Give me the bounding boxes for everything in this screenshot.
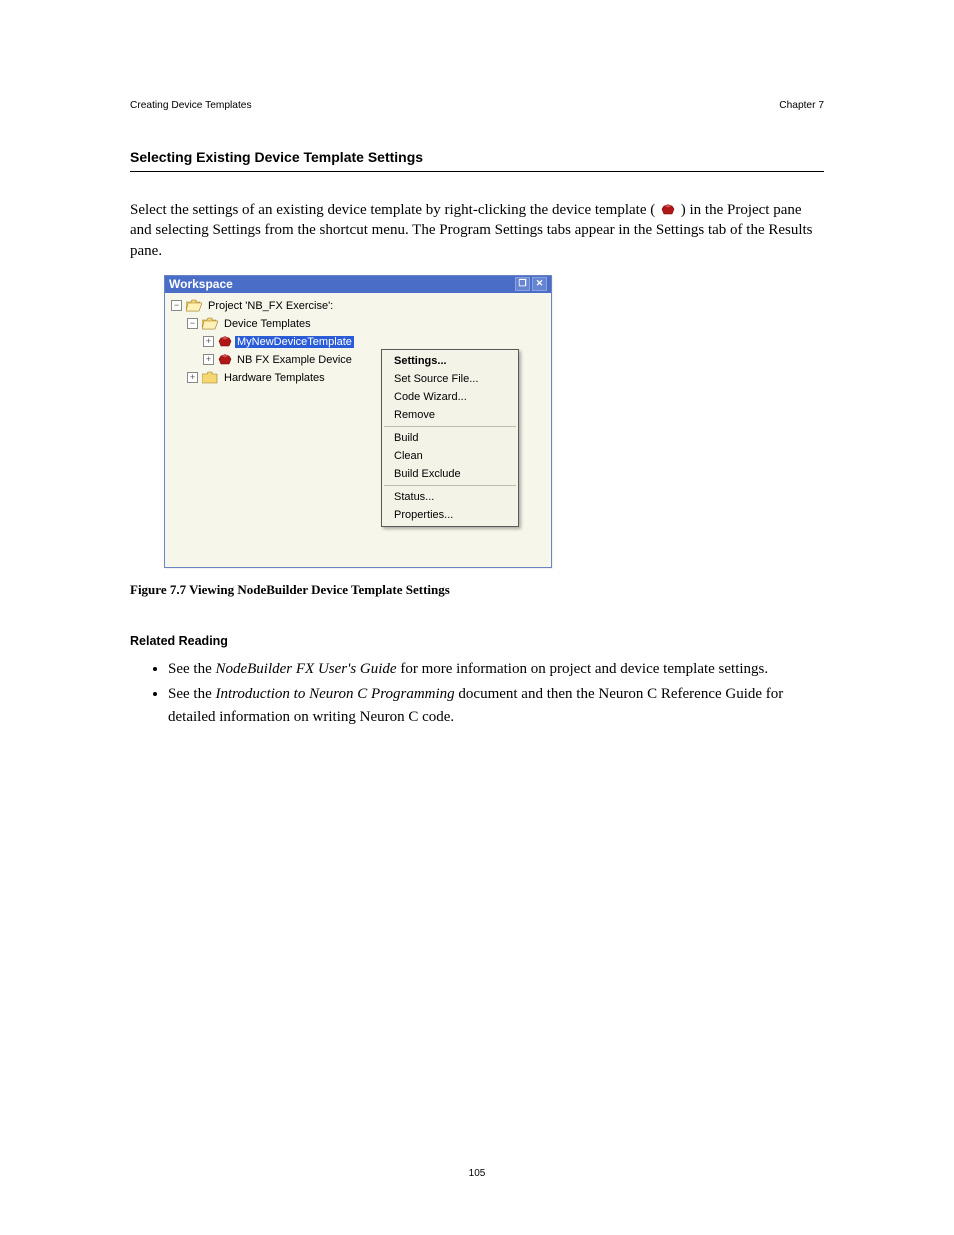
tree-row-device-templates[interactable]: − Device Templates bbox=[171, 315, 545, 333]
tree-toggle-icon[interactable]: + bbox=[203, 336, 214, 347]
tree-label-example: NB FX Example Device bbox=[235, 354, 354, 366]
tree-row-project[interactable]: − Project 'NB_FX Exercise': bbox=[171, 297, 545, 315]
menu-item-set-source[interactable]: Set Source File... bbox=[382, 370, 518, 388]
figure-caption: Figure 7.7 Viewing NodeBuilder Device Te… bbox=[130, 582, 824, 598]
workspace-window: Workspace ❐ ✕ − Project 'NB_FX Exercise'… bbox=[164, 275, 552, 568]
page-number: 105 bbox=[0, 1168, 954, 1179]
context-menu: Settings... Set Source File... Code Wiza… bbox=[381, 349, 519, 527]
folder-closed-icon bbox=[202, 371, 218, 384]
section-rule bbox=[130, 171, 824, 172]
figure-wrapper: Workspace ❐ ✕ − Project 'NB_FX Exercise'… bbox=[164, 275, 824, 568]
menu-item-clean[interactable]: Clean bbox=[382, 447, 518, 465]
related-item: See the NodeBuilder FX User's Guide for … bbox=[168, 658, 824, 681]
related-list: See the NodeBuilder FX User's Guide for … bbox=[168, 658, 824, 730]
menu-item-remove[interactable]: Remove bbox=[382, 406, 518, 424]
tree-label-project: Project 'NB_FX Exercise': bbox=[206, 300, 335, 312]
device-template-icon bbox=[218, 354, 232, 366]
tree-toggle-icon[interactable]: − bbox=[171, 300, 182, 311]
folder-open-icon bbox=[202, 317, 218, 330]
tree-toggle-icon[interactable]: + bbox=[203, 354, 214, 365]
tree-toggle-icon[interactable]: − bbox=[187, 318, 198, 329]
related-text: See the bbox=[168, 661, 215, 677]
related-text: for more information on project and devi… bbox=[397, 661, 769, 677]
tree-body: − Project 'NB_FX Exercise': − Device Tem… bbox=[165, 293, 551, 567]
menu-item-build[interactable]: Build bbox=[382, 429, 518, 447]
window-close-button[interactable]: ✕ bbox=[532, 277, 547, 291]
window-titlebar: Workspace ❐ ✕ bbox=[165, 276, 551, 293]
window-restore-button[interactable]: ❐ bbox=[515, 277, 530, 291]
tree-toggle-icon[interactable]: + bbox=[187, 372, 198, 383]
related-em: NodeBuilder FX User's Guide bbox=[215, 661, 396, 677]
related-em: Introduction to Neuron C Programming bbox=[215, 686, 454, 702]
device-template-icon bbox=[661, 204, 675, 216]
folder-open-icon bbox=[186, 299, 202, 312]
menu-item-settings[interactable]: Settings... bbox=[382, 352, 518, 370]
tree-label-hardware: Hardware Templates bbox=[222, 372, 327, 384]
tree-label-mynew: MyNewDeviceTemplate bbox=[235, 336, 354, 348]
menu-item-code-wizard[interactable]: Code Wizard... bbox=[382, 388, 518, 406]
section-title: Selecting Existing Device Template Setti… bbox=[130, 149, 824, 165]
window-title: Workspace bbox=[169, 277, 515, 291]
device-template-icon bbox=[218, 336, 232, 348]
menu-item-properties[interactable]: Properties... bbox=[382, 506, 518, 524]
header-right: Chapter 7 bbox=[779, 100, 824, 111]
menu-item-status[interactable]: Status... bbox=[382, 488, 518, 506]
menu-separator bbox=[384, 426, 516, 427]
tree-label-device-templates: Device Templates bbox=[222, 318, 313, 330]
menu-separator bbox=[384, 485, 516, 486]
body-text-part1: Select the settings of an existing devic… bbox=[130, 202, 655, 218]
related-item: See the Introduction to Neuron C Program… bbox=[168, 683, 824, 730]
related-reading-title: Related Reading bbox=[130, 634, 824, 648]
header-left: Creating Device Templates bbox=[130, 100, 252, 111]
menu-item-build-exclude[interactable]: Build Exclude bbox=[382, 465, 518, 483]
body-paragraph: Select the settings of an existing devic… bbox=[130, 200, 824, 261]
related-text: See the bbox=[168, 686, 215, 702]
page-header: Creating Device Templates Chapter 7 bbox=[130, 100, 824, 111]
